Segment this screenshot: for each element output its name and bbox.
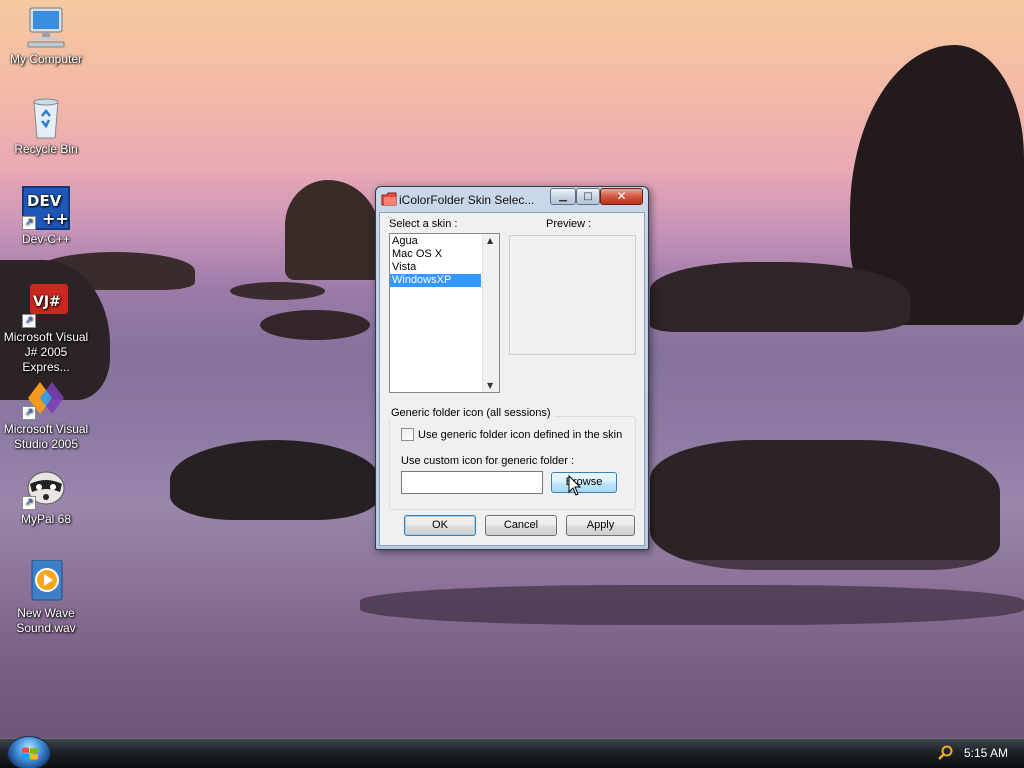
visual-jsharp-icon: VJ# ↗	[22, 284, 70, 328]
skin-list-item[interactable]: Mac OS X	[390, 248, 481, 261]
dialog-title: iColorFolder Skin Selec...	[399, 193, 535, 207]
desktop-icon-visual-studio[interactable]: ↗ Microsoft Visual Studio 2005	[1, 376, 91, 452]
skin-list-item-selected[interactable]: WindowsXP	[390, 274, 481, 287]
desktop-icon-mypal[interactable]: ↗ MyPal 68	[1, 466, 91, 527]
custom-icon-label: Use custom icon for generic folder :	[401, 455, 575, 467]
desktop-icon-label: Microsoft Visual J# 2005 Expres...	[3, 330, 89, 374]
skin-listbox[interactable]: Agua Mac OS X Vista WindowsXP ▲ ▼	[389, 233, 500, 393]
desktop-icon-my-computer[interactable]: My Computer	[1, 6, 91, 67]
minimize-icon: ▁	[559, 191, 567, 202]
custom-icon-path-input[interactable]	[401, 471, 543, 494]
recycle-bin-icon	[22, 96, 70, 140]
wallpaper-shadow	[360, 585, 1024, 625]
taskbar-clock[interactable]: 5:15 AM	[964, 746, 1008, 760]
desktop-icon-label: My Computer	[9, 52, 83, 66]
search-icon[interactable]	[938, 745, 954, 761]
shortcut-arrow-icon: ↗	[22, 314, 36, 328]
desktop-icon-label: Microsoft Visual Studio 2005	[3, 422, 89, 451]
svg-text:++: ++	[42, 209, 69, 228]
skin-selector-dialog: iColorFolder Skin Selec... ▁ □ ✕ Select …	[375, 186, 649, 550]
svg-text:DEV: DEV	[27, 192, 62, 210]
desktop-icon-visual-jsharp[interactable]: VJ# ↗ Microsoft Visual J# 2005 Expres...	[1, 284, 91, 375]
maximize-button[interactable]: □	[576, 188, 600, 205]
generic-folder-group-title: Generic folder icon (all sessions)	[388, 407, 554, 419]
shortcut-arrow-icon: ↗	[22, 496, 36, 510]
wallpaper-rock	[170, 440, 380, 520]
wallpaper-rock	[650, 262, 910, 332]
select-skin-label: Select a skin :	[389, 218, 458, 230]
wallpaper-rock	[285, 180, 380, 280]
use-generic-icon-checkbox[interactable]	[401, 428, 414, 441]
wallpaper-rock	[260, 310, 370, 340]
desktop-icon-label: Recycle Bin	[14, 142, 78, 156]
dialog-client-area: Select a skin : Preview : Agua Mac OS X …	[379, 212, 645, 546]
scroll-down-icon[interactable]: ▼	[487, 381, 493, 390]
desktop-icon-label: MyPal 68	[20, 512, 72, 526]
browse-button[interactable]: Browse	[551, 472, 617, 493]
skin-list-item[interactable]: Agua	[390, 235, 481, 248]
listbox-scrollbar[interactable]: ▲ ▼	[482, 234, 499, 392]
wave-sound-icon	[22, 559, 70, 604]
desktop-icon-label: New Wave Sound.wav	[16, 606, 76, 635]
mouse-pointer-icon	[568, 474, 582, 497]
computer-icon	[22, 6, 70, 50]
dev-cpp-icon: DEV ++ ↗	[22, 186, 70, 230]
visual-studio-icon: ↗	[22, 376, 70, 420]
desktop-icon-recycle-bin[interactable]: Recycle Bin	[1, 96, 91, 157]
desktop-icon-label: Dev-C++	[21, 232, 71, 246]
scroll-up-icon[interactable]: ▲	[487, 236, 493, 245]
dialog-titlebar[interactable]: iColorFolder Skin Selec... ▁ □ ✕	[376, 187, 648, 211]
cancel-button[interactable]: Cancel	[485, 515, 557, 536]
windows-logo-icon	[22, 747, 38, 761]
close-button[interactable]: ✕	[600, 188, 643, 205]
shortcut-arrow-icon: ↗	[22, 406, 36, 420]
use-generic-icon-label[interactable]: Use generic folder icon defined in the s…	[418, 429, 622, 441]
start-button[interactable]	[7, 736, 51, 768]
ok-button[interactable]: OK	[404, 515, 476, 536]
shortcut-arrow-icon: ↗	[22, 216, 36, 230]
minimize-button[interactable]: ▁	[550, 188, 576, 205]
skin-list-item[interactable]: Vista	[390, 261, 481, 274]
close-icon: ✕	[616, 189, 627, 203]
app-folder-icon	[381, 192, 397, 206]
apply-button[interactable]: Apply	[566, 515, 635, 536]
desktop-icon-wave-sound[interactable]: New Wave Sound.wav	[1, 559, 91, 636]
preview-label: Preview :	[546, 218, 592, 230]
skin-preview-pane	[509, 235, 636, 355]
mypal-raccoon-icon: ↗	[22, 466, 70, 510]
wallpaper-rock	[230, 282, 325, 300]
wallpaper-rock	[650, 440, 1000, 570]
maximize-icon: □	[583, 191, 593, 202]
desktop-icon-dev-cpp[interactable]: DEV ++ ↗ Dev-C++	[1, 186, 91, 247]
svg-text:VJ#: VJ#	[33, 294, 61, 310]
taskbar: 5:15 AM	[0, 736, 1024, 768]
